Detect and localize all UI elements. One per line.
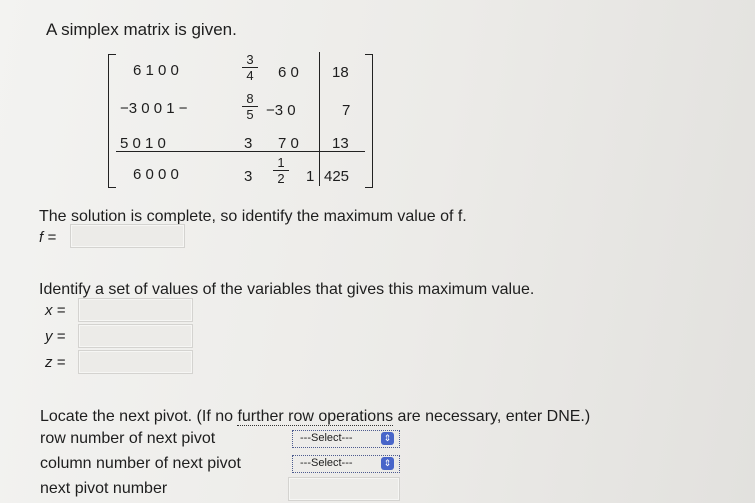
matrix-row2-fraction: 85	[242, 92, 258, 121]
simplex-matrix: 6 1 0 0 34 6 0 18 −3 0 0 1 − 85 −3 0 7 5…	[108, 50, 373, 193]
matrix-augment-divider	[319, 52, 321, 186]
matrix-row3-mid: 7 0	[278, 135, 299, 152]
select-arrow-icon: ⇕	[381, 432, 394, 445]
y-input[interactable]	[78, 324, 193, 348]
f-label: f =	[39, 229, 57, 246]
column-pivot-select[interactable]: ---Select--- ⇕	[292, 455, 400, 473]
z-label: z =	[45, 354, 66, 371]
matrix-row1-coefficients: 6 1 0 0	[133, 62, 179, 79]
z-input[interactable]	[78, 350, 193, 374]
further-row-operations-link[interactable]: further row operations	[237, 408, 394, 426]
y-label: y =	[45, 328, 66, 345]
x-label: x =	[45, 302, 66, 319]
select-arrow-icon: ⇕	[381, 457, 394, 470]
matrix-row1-fraction: 34	[242, 53, 258, 82]
next-pivot-input[interactable]	[288, 477, 400, 501]
matrix-row2-mid: −3 0	[266, 102, 296, 119]
row-pivot-label: row number of next pivot	[40, 430, 216, 447]
next-pivot-label: next pivot number	[40, 480, 168, 497]
x-input[interactable]	[78, 298, 193, 322]
pivot-instructions: Locate the next pivot. (If no further ro…	[40, 408, 590, 426]
matrix-row4-mid: 1	[306, 168, 315, 185]
problem-heading: A simplex matrix is given.	[46, 20, 237, 39]
pivot-instructions-pre: Locate the next pivot. (If no	[40, 408, 238, 425]
matrix-left-bracket	[108, 54, 116, 188]
matrix-row4-coefficients: 6 0 0 0	[133, 166, 179, 183]
matrix-row1-mid: 6 0	[278, 64, 299, 81]
column-pivot-label: column number of next pivot	[40, 455, 241, 472]
row-pivot-select[interactable]: ---Select--- ⇕	[292, 430, 400, 448]
matrix-row4-rhs: 425	[324, 168, 350, 185]
matrix-row3-rhs: 13	[332, 135, 349, 152]
matrix-row2-rhs: 7	[342, 102, 351, 119]
f-input[interactable]	[70, 224, 185, 248]
matrix-row4-c5: 3	[244, 168, 253, 185]
matrix-row4-fraction: 12	[273, 156, 289, 185]
matrix-row3-c5: 3	[244, 135, 253, 152]
matrix-right-bracket	[365, 54, 373, 188]
pivot-instructions-post: are necessary, enter DNE.)	[393, 408, 591, 425]
row-pivot-select-text: ---Select---	[300, 432, 353, 444]
matrix-row3-coefficients: 5 0 1 0	[120, 135, 166, 152]
column-pivot-select-text: ---Select---	[300, 457, 353, 469]
matrix-row1-rhs: 18	[332, 64, 349, 81]
matrix-row2-coefficients: −3 0 0 1 −	[120, 100, 188, 117]
question-variable-values: Identify a set of values of the variable…	[39, 281, 535, 298]
